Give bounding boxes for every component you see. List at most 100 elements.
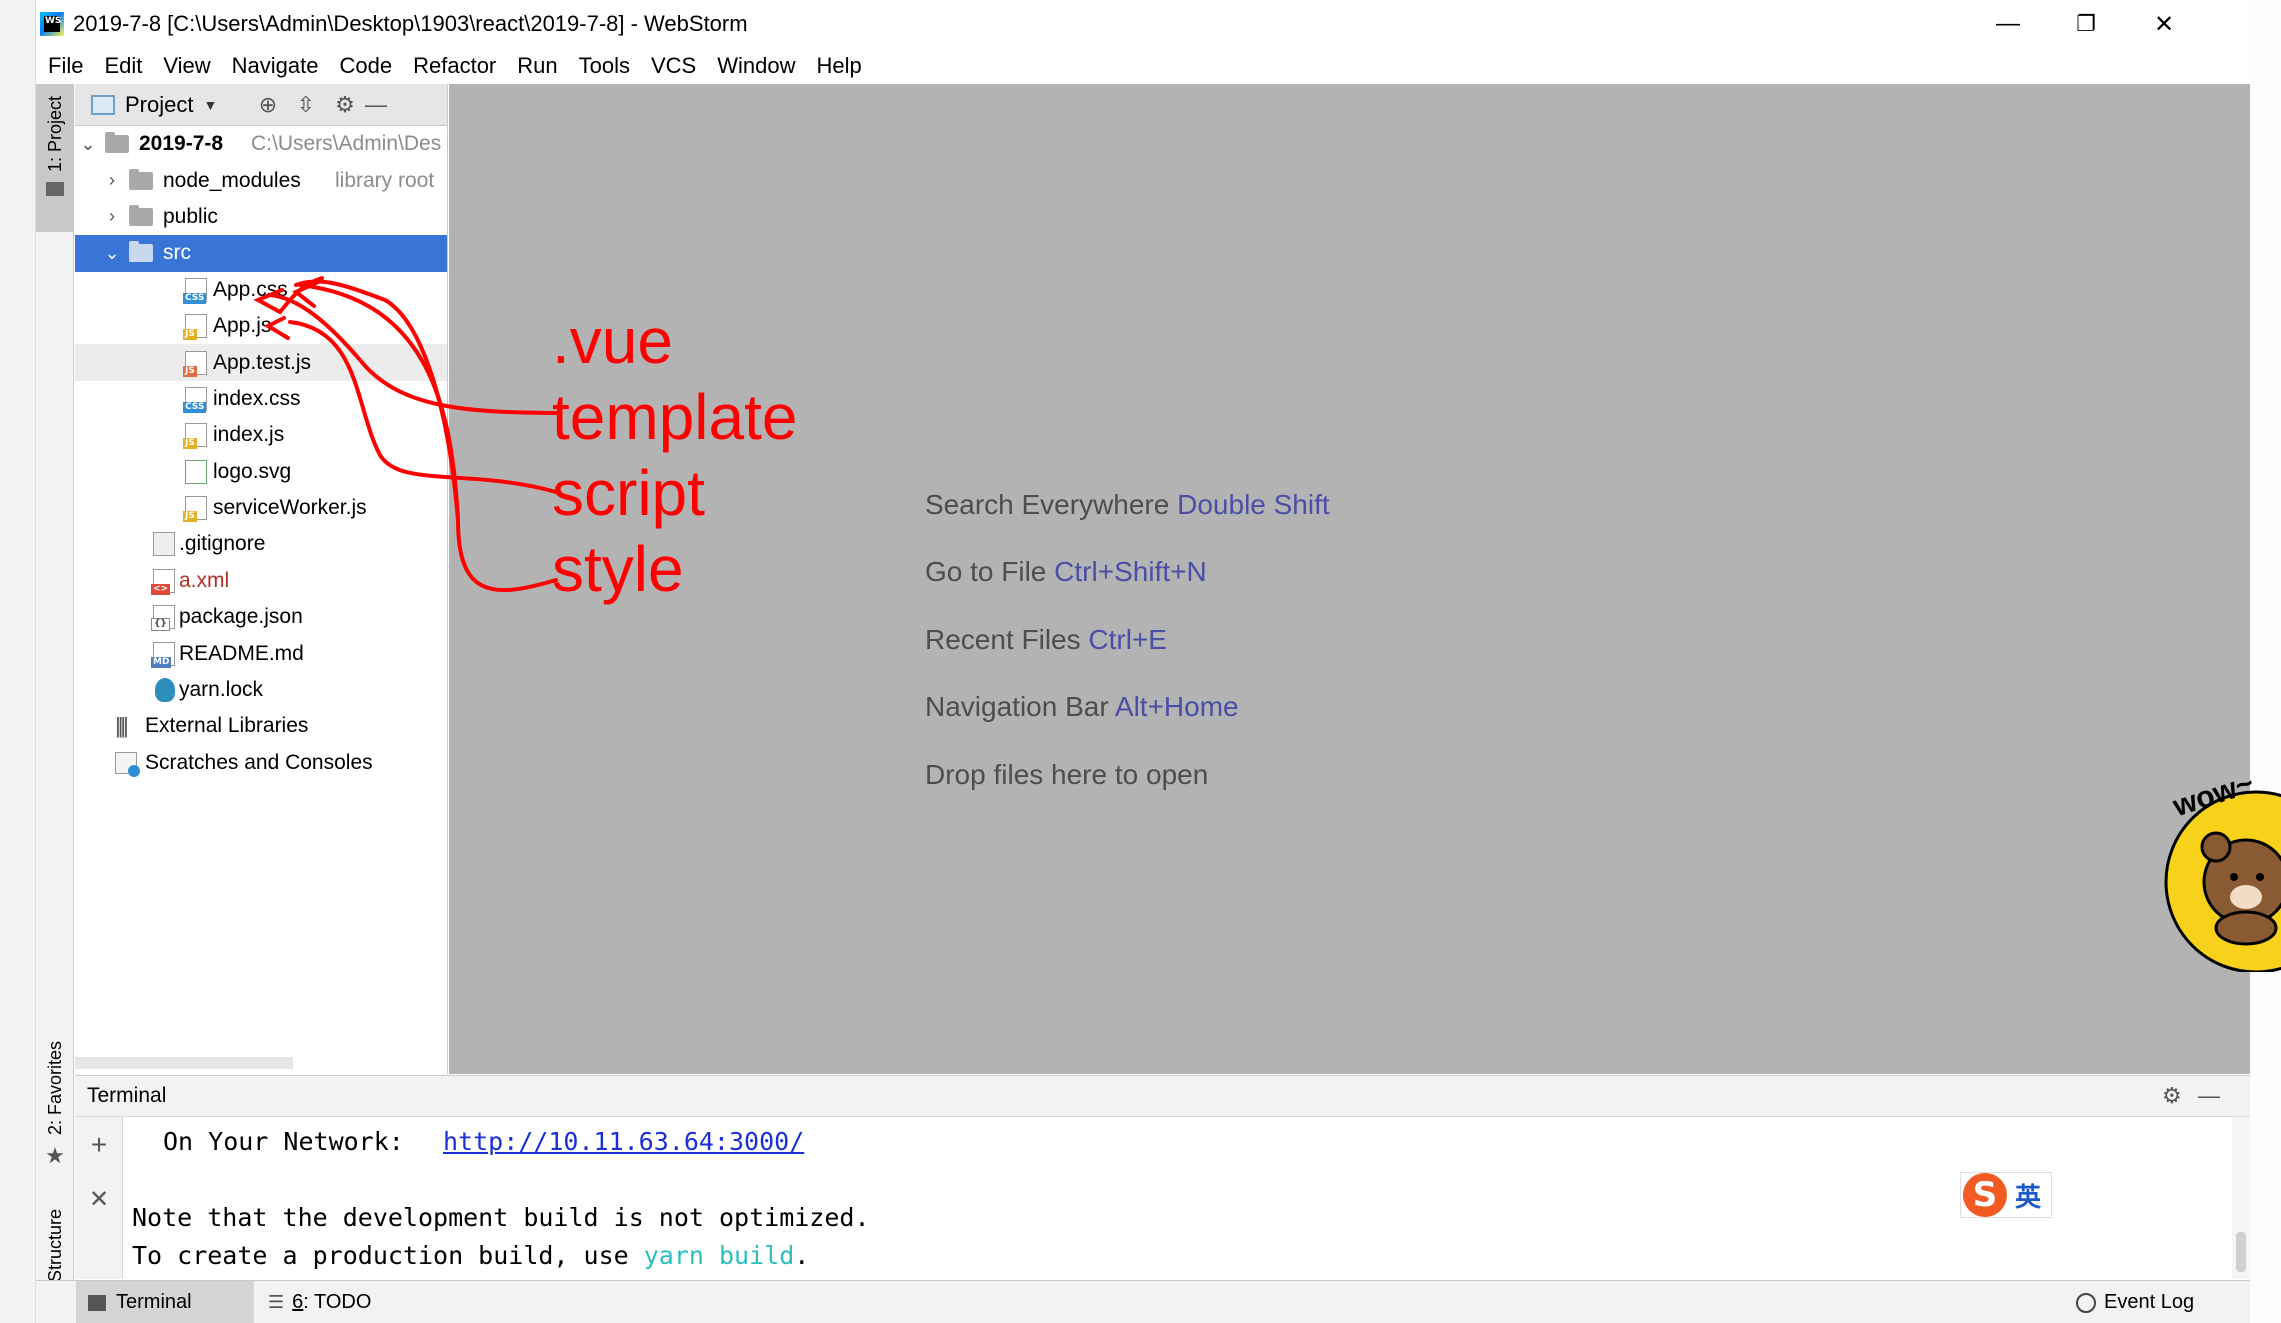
tool-tab-favorites-label: 2: Favorites (44, 1040, 65, 1135)
tree-node-label: logo.svg (213, 459, 292, 483)
project-tree: ⌄ 2019-7-8 C:\Users\Admin\Des › node_mod… (75, 126, 447, 781)
tree-node-label: App.js (213, 314, 272, 338)
menu-edit[interactable]: Edit (104, 53, 142, 79)
tree-node-yarn-lock[interactable]: yarn.lock (75, 672, 447, 708)
menu-run[interactable]: Run (517, 53, 557, 79)
terminal-body[interactable]: + ✕ On Your Network: http://10.11.63.64:… (75, 1117, 2250, 1279)
event-log-icon (2076, 1292, 2096, 1313)
terminal-scrollbar[interactable] (2232, 1117, 2250, 1279)
tip-drop-files: Drop files here to open (925, 759, 1209, 790)
folder-icon (129, 168, 153, 190)
menu-refactor[interactable]: Refactor (413, 53, 496, 79)
terminal-line: Note that the development build is not o… (132, 1203, 870, 1232)
chevron-down-icon[interactable]: ▼ (203, 97, 217, 113)
menu-file[interactable]: File (48, 53, 83, 79)
shortcut-label: Ctrl+Shift+N (1054, 556, 1207, 587)
terminal-toolbar: + ✕ (75, 1117, 123, 1279)
tree-node-src[interactable]: ⌄ src (75, 235, 447, 272)
bottom-tab-todo[interactable]: ☰ 6: TODO (268, 1281, 398, 1323)
hide-panel-icon[interactable]: — (361, 90, 391, 120)
tree-node-a-xml[interactable]: <> a.xml (75, 563, 447, 599)
tree-node-label: index.js (213, 423, 285, 447)
tree-node-app-js[interactable]: JS App.js (75, 308, 447, 344)
yarn-file-icon (155, 678, 175, 703)
js-file-icon: JS (183, 423, 207, 450)
gear-icon[interactable]: ⚙ (2162, 1083, 2182, 1109)
chevron-right-icon[interactable]: › (105, 170, 119, 190)
chevron-down-icon[interactable]: ⌄ (104, 243, 119, 263)
tree-node-package-json[interactable]: {} package.json (75, 599, 447, 635)
terminal-network-url[interactable]: http://10.11.63.64:3000/ (443, 1127, 804, 1156)
menu-tools[interactable]: Tools (579, 53, 630, 79)
tree-node-index-css[interactable]: CSS index.css (75, 381, 447, 417)
menu-vcs[interactable]: VCS (651, 53, 696, 79)
tip-search-everywhere: Search Everywhere Double Shift (925, 489, 1330, 520)
tree-node-logo-svg[interactable]: logo.svg (75, 454, 447, 490)
tree-node-public[interactable]: › public (75, 199, 447, 235)
menu-window[interactable]: Window (717, 53, 795, 79)
bear-sticker: wow~ (2146, 752, 2281, 972)
tree-node-index-js[interactable]: JS index.js (75, 417, 447, 453)
menu-code[interactable]: Code (340, 53, 393, 79)
tree-node-service-worker[interactable]: JS serviceWorker.js (75, 490, 447, 526)
tree-node-external-libraries[interactable]: |||| External Libraries (75, 708, 447, 744)
tree-node-label: App.css (213, 277, 288, 301)
bottom-tab-terminal[interactable]: Terminal (76, 1281, 254, 1323)
bottom-tab-event-log[interactable]: Event Log (2076, 1281, 2216, 1323)
plus-icon[interactable]: + (75, 1127, 123, 1163)
js-file-icon: JS (183, 314, 207, 341)
tip-recent-files: Recent Files Ctrl+E (925, 624, 1167, 655)
locate-file-icon[interactable]: ⊕ (253, 90, 283, 120)
terminal-panel-header: Terminal ⚙ — (75, 1075, 2250, 1117)
chevron-down-icon[interactable]: ⌄ (80, 134, 95, 154)
menu-view[interactable]: View (163, 53, 210, 79)
terminal-panel-title: Terminal (87, 1084, 167, 1107)
folder-icon (129, 241, 153, 263)
annotation-script: script (552, 457, 705, 529)
restore-button[interactable]: ❐ (2047, 0, 2125, 48)
close-icon[interactable]: ✕ (75, 1181, 123, 1217)
tree-node-hint: library root (335, 168, 435, 192)
editor-empty-area[interactable]: Search Everywhere Double Shift Go to Fil… (449, 84, 2250, 1074)
tree-node-label: node_modules (163, 168, 301, 192)
json-file-icon: {} (151, 605, 175, 632)
tree-node-gitignore[interactable]: .gitignore (75, 526, 447, 562)
tree-node-label: README.md (179, 641, 304, 665)
shortcut-label: Alt+Home (1114, 691, 1239, 722)
tool-tab-favorites[interactable]: 2: Favorites ★ (36, 944, 74, 1179)
minimize-button[interactable]: — (1969, 0, 2047, 48)
project-tool-window: Project ▼ ⊕ ⇳ ⚙ — ⌄ 2019-7-8 C:\Users\Ad… (75, 84, 448, 1074)
collapse-all-icon[interactable]: ⇳ (291, 90, 321, 120)
restore-icon: ❐ (2076, 11, 2096, 36)
css-file-icon: CSS (183, 386, 207, 413)
tool-tab-project[interactable]: 1: Project (36, 84, 74, 232)
folder-icon (105, 132, 129, 154)
annotation-style: style (552, 533, 684, 605)
shortcut-label: Double Shift (1177, 489, 1330, 520)
tree-node-label: 2019-7-8 (139, 132, 224, 156)
terminal-line: To create a production build, use yarn b… (132, 1241, 810, 1270)
terminal-command: yarn build (643, 1241, 795, 1270)
tree-node-label: index.css (213, 386, 301, 410)
webstorm-app-icon: WS (40, 12, 64, 36)
terminal-network-label: On Your Network: (163, 1127, 404, 1156)
chevron-right-icon[interactable]: › (105, 206, 119, 226)
tree-node-root[interactable]: ⌄ 2019-7-8 C:\Users\Admin\Des (75, 126, 447, 162)
tree-node-scratches[interactable]: Scratches and Consoles (75, 745, 447, 781)
tree-node-node-modules[interactable]: › node_modules library root (75, 162, 447, 198)
menu-navigate[interactable]: Navigate (232, 53, 319, 79)
menu-help[interactable]: Help (816, 53, 861, 79)
close-button[interactable]: ✕ (2125, 0, 2203, 48)
ime-indicator[interactable]: S 英 (1960, 1172, 2052, 1218)
project-view-selector[interactable]: Project (125, 92, 193, 118)
tree-node-readme[interactable]: MD README.md (75, 635, 447, 671)
library-icon: |||| (115, 713, 129, 739)
tree-node-app-test-js[interactable]: JS App.test.js (75, 344, 447, 381)
tree-node-label: External Libraries (145, 714, 309, 738)
tree-node-label: Scratches and Consoles (145, 750, 373, 774)
scrollbar-thumb[interactable] (2236, 1232, 2246, 1272)
hide-panel-icon[interactable]: — (2198, 1083, 2220, 1109)
gear-icon[interactable]: ⚙ (330, 90, 360, 120)
tree-node-app-css[interactable]: CSS App.css (75, 272, 447, 308)
tree-horizontal-scrollbar[interactable] (75, 1057, 293, 1069)
